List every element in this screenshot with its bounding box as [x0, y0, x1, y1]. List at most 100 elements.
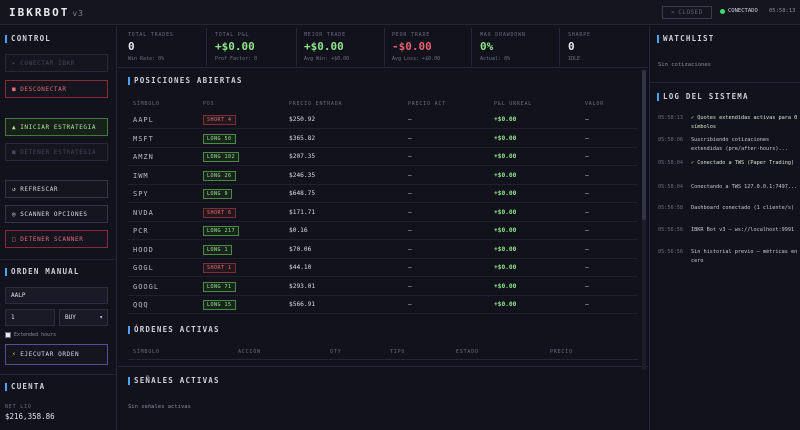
table-row[interactable]: NVDA SHORT 6 $171.71 — +$0.00 — [128, 204, 638, 222]
cell-entry-price: $250.92 [289, 116, 316, 123]
cell-unrealized-pnl: +$0.00 [494, 190, 517, 197]
metric-sub: Prof Factor: 0 [215, 56, 258, 62]
refresh-icon: ↺ [12, 185, 17, 193]
app-logo: IBKRBOT v3 [9, 6, 84, 19]
log-message: Dashboard conectado (1 cliente/s) [691, 205, 795, 211]
table-row[interactable]: AMZN LONG 102 $207.35 — +$0.00 — [128, 148, 638, 166]
metric-total-trades: TOTAL TRADES 0 Win Rate: 0% [128, 32, 174, 62]
cell-entry-price: $70.06 [289, 245, 312, 253]
section-bar-icon [5, 267, 7, 276]
connect-ibkr-button[interactable]: ▸ CONECTAR IBKR [5, 54, 108, 72]
table-row[interactable]: SPY LONG 9 $648.75 — +$0.00 — [128, 185, 638, 203]
position-badge: LONG 9 [203, 189, 233, 199]
disconnect-button[interactable]: ■ DESCONECTAR [5, 80, 108, 98]
table-row[interactable]: QQQ LONG 15 $566.91 — +$0.00 — [128, 296, 638, 314]
table-row[interactable]: GOOGL LONG 71 $293.01 — +$0.00 — [128, 278, 638, 296]
stop-scanner-button[interactable]: □ DETENER SCANNER [5, 230, 108, 248]
divider [296, 28, 297, 66]
metric-sub: Avg Win: +$0.00 [304, 56, 350, 62]
connection-label: CONECTADO [728, 8, 758, 14]
cell-symbol: IWM [133, 171, 149, 180]
cell-value: — [585, 116, 589, 123]
log-time: 05:58:13 [658, 115, 683, 121]
closed-label: CLOSED [678, 9, 703, 16]
metric-label: TOTAL P&L [215, 32, 250, 38]
cell-unrealized-pnl: +$0.00 [494, 116, 517, 123]
positions-panel: POSICIONES ABIERTAS SÍMBOLO POS PRECIO E… [118, 69, 648, 319]
log-message: Suscribiendo cotizaciones extendidas (pr… [691, 137, 788, 152]
cell-entry-price: $207.35 [289, 153, 316, 160]
account-title: CUENTA [5, 382, 45, 391]
metric-label: PEOR TRADE [392, 32, 431, 38]
divider [559, 28, 560, 66]
section-bar-icon [5, 34, 7, 43]
section-bar-icon [128, 376, 130, 385]
start-strategy-label: INICIAR ESTRATEGIA [20, 123, 97, 131]
cell-entry-price: $566.91 [289, 301, 316, 308]
position-badge: LONG 71 [203, 281, 236, 292]
col-header-entry: PRECIO ENTRADA [289, 101, 343, 107]
side-value: BUY [65, 314, 76, 321]
metric-value: 0 [568, 40, 575, 53]
position-badge: LONG 217 [203, 226, 240, 236]
metric-value: 0 [128, 40, 135, 53]
col-header-status: ESTADO [456, 349, 479, 355]
metric-value: +$0.00 [304, 40, 344, 53]
divider [384, 28, 385, 66]
signals-title: SEÑALES ACTIVAS [128, 376, 220, 385]
log-time: 05:56:56 [658, 249, 683, 255]
log-message: ✓ Conectado a TWS (Paper Trading) [691, 160, 795, 166]
scrollbar-thumb[interactable] [642, 70, 646, 220]
table-row[interactable]: AAPL SHORT 4 $250.92 — +$0.00 — [128, 111, 638, 129]
refresh-button[interactable]: ↺ REFRESCAR [5, 180, 108, 198]
table-row[interactable]: PCR LONG 217 $0.16 — +$0.00 — [128, 222, 638, 240]
table-row[interactable]: HOOD LONG 1 $70.06 — +$0.00 — [128, 241, 638, 259]
market-closed-button[interactable]: ✕ CLOSED [662, 6, 712, 19]
orders-panel: ÓRDENES ACTIVAS SÍMBOLO ACCIÓN QTY TIPO … [118, 319, 648, 365]
section-bar-icon [5, 382, 7, 391]
refresh-label: REFRESCAR [20, 185, 59, 193]
metric-value: -$0.00 [392, 40, 432, 53]
cell-unrealized-pnl: +$0.00 [494, 208, 517, 216]
manual-order-title-text: ORDEN MANUAL [11, 267, 80, 276]
table-row[interactable]: IWM LONG 26 $246.35 — +$0.00 — [128, 167, 638, 185]
execute-order-button[interactable]: ⚡ EJECUTAR ORDEN [5, 344, 108, 365]
cell-unrealized-pnl: +$0.00 [494, 264, 517, 271]
watchlist-empty-text: Sin cotizaciones [658, 62, 711, 68]
metrics-bar: TOTAL TRADES 0 Win Rate: 0% TOTAL P&L +$… [118, 26, 648, 68]
symbol-input[interactable]: AALP [5, 287, 108, 304]
position-badge: SHORT 1 [203, 263, 236, 273]
cell-symbol: QQQ [133, 301, 149, 309]
log-time: 05:56:58 [658, 205, 683, 211]
log-time: 05:58:06 [658, 137, 683, 143]
scanner-options-button[interactable]: ◎ SCANNER OPCIONES [5, 205, 108, 223]
stop-strategy-button[interactable]: ■ DETENER ESTRATEGIA [5, 143, 108, 161]
log-message: IBKR Bot v3 — ws://localhost:9991 [691, 227, 795, 233]
section-bar-icon [657, 92, 659, 101]
section-bar-icon [128, 76, 130, 85]
cell-value: — [585, 301, 589, 308]
col-header-qty: QTY [330, 349, 342, 355]
metric-worst-trade: PEOR TRADE -$0.00 Avg Loss: +$0.00 [392, 32, 440, 62]
extended-hours-toggle[interactable]: Extended hours [5, 332, 56, 338]
logo-text: IBKRBOT [9, 6, 70, 19]
orders-title: ÓRDENES ACTIVAS [128, 325, 220, 334]
checkbox[interactable] [5, 332, 11, 338]
col-header-symbol: SÍMBOLO [133, 349, 160, 355]
quantity-input[interactable]: 1 [5, 309, 55, 326]
table-row[interactable]: MSFT LONG 50 $365.82 — +$0.00 — [128, 130, 638, 148]
net-liq-value: $216,358.86 [5, 412, 55, 421]
col-header-price: PRECIO [550, 349, 573, 355]
side-select[interactable]: BUY ▾ [59, 309, 108, 326]
col-header-type: TIPO [390, 349, 406, 355]
cell-current-price: — [408, 264, 412, 271]
table-row[interactable]: GOGL SHORT 1 $44.10 — +$0.00 — [128, 259, 638, 277]
divider [650, 82, 800, 83]
metric-best-trade: MEJOR TRADE +$0.00 Avg Win: +$0.00 [304, 32, 349, 62]
metric-value: 0% [480, 40, 494, 53]
signals-title-text: SEÑALES ACTIVAS [134, 376, 220, 385]
start-strategy-button[interactable]: ▲ INICIAR ESTRATEGIA [5, 118, 108, 136]
cell-unrealized-pnl: +$0.00 [494, 227, 517, 234]
cell-current-price: — [408, 301, 412, 308]
log-message: ✓ Quotes extendidas activas para 0 símbo… [691, 115, 798, 130]
